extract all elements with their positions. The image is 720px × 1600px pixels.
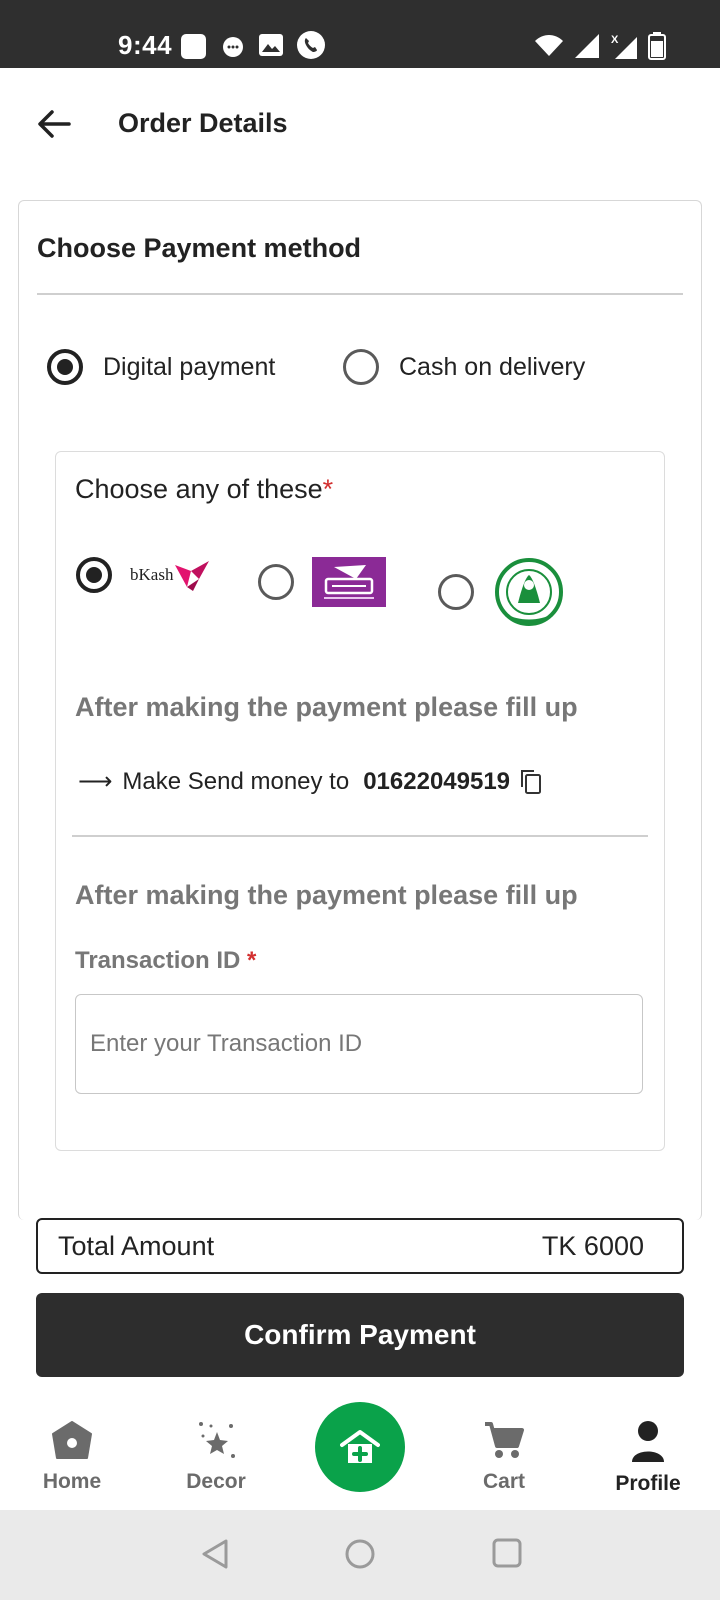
- cash-on-delivery-option[interactable]: Cash on delivery: [343, 349, 585, 385]
- signal-x-icon: X: [611, 34, 637, 59]
- cart-icon: [485, 1422, 524, 1458]
- system-home-icon[interactable]: [344, 1538, 376, 1570]
- send-money-label: Make Send money to: [122, 767, 350, 795]
- store-add-icon: [340, 1430, 380, 1463]
- back-button[interactable]: [34, 104, 74, 144]
- arrow-left-icon: [38, 110, 71, 138]
- nav-home[interactable]: Home: [12, 1420, 132, 1494]
- total-amount-label: Total Amount: [58, 1230, 215, 1261]
- digital-payment-label: Digital payment: [103, 352, 276, 381]
- decor-stars-icon: [199, 1422, 235, 1458]
- nav-store-add-button[interactable]: [315, 1402, 405, 1492]
- nav-decor[interactable]: Decor: [156, 1420, 276, 1494]
- square-notification-icon: [181, 34, 206, 59]
- page-title: Order Details: [118, 108, 288, 138]
- required-mark: *: [322, 474, 334, 504]
- instruction-heading-2: After making the payment please fill up: [75, 880, 578, 910]
- bkash-radio[interactable]: [76, 557, 112, 593]
- total-amount-box: Total Amount TK 6000: [36, 1218, 684, 1274]
- choose-provider-label: Choose any of these*: [75, 474, 334, 504]
- nav-profile[interactable]: Profile: [588, 1420, 708, 1496]
- battery-icon: [648, 32, 666, 60]
- digital-payment-radio[interactable]: [47, 349, 83, 385]
- bank-radio[interactable]: [438, 574, 474, 610]
- bkash-logo: bKash: [130, 557, 211, 593]
- status-right-icons: X: [534, 32, 666, 60]
- provider-rocket[interactable]: [258, 557, 386, 607]
- nav-cart[interactable]: Cart: [444, 1420, 564, 1494]
- divider: [37, 293, 683, 295]
- signal-icon: [575, 34, 599, 58]
- bottom-nav: Home Decor Cart Profile: [0, 1396, 720, 1510]
- system-recents-icon[interactable]: [492, 1538, 522, 1568]
- send-money-number: 01622049519: [363, 767, 511, 795]
- provider-bank[interactable]: [438, 557, 566, 627]
- message-icon: [223, 37, 243, 57]
- transaction-id-input[interactable]: [75, 994, 643, 1094]
- profile-icon: [632, 1421, 664, 1462]
- status-bar: 9:44 X: [0, 0, 720, 68]
- payment-method-title: Choose Payment method: [37, 233, 362, 263]
- image-icon: [259, 34, 283, 56]
- transaction-id-label: Transaction ID *: [75, 947, 257, 974]
- confirm-payment-button[interactable]: Confirm Payment: [36, 1293, 684, 1377]
- arrow-right-icon: ⟶: [78, 768, 113, 795]
- wifi-icon: [535, 35, 563, 56]
- app-bar: Order Details: [0, 68, 720, 180]
- payment-card: Choose Payment method Digital payment Ca…: [18, 200, 702, 1220]
- svg-text:X: X: [611, 34, 619, 46]
- bank-logo: [495, 558, 563, 626]
- home-icon: [52, 1421, 92, 1459]
- instruction-heading: After making the payment please fill up: [75, 692, 578, 722]
- digital-payment-option[interactable]: Digital payment: [47, 349, 275, 385]
- digital-payment-panel: Choose any of these* bKash After making …: [55, 451, 665, 1151]
- bkash-bird-icon: [175, 561, 210, 591]
- status-time: 9:44: [118, 30, 173, 60]
- cash-on-delivery-radio[interactable]: [343, 349, 379, 385]
- divider: [72, 835, 648, 837]
- send-money-line: ⟶ Make Send money to 01622049519: [78, 767, 542, 796]
- rocket-radio[interactable]: [258, 564, 294, 600]
- required-mark: *: [247, 947, 257, 974]
- provider-bkash[interactable]: bKash: [76, 557, 211, 593]
- total-amount-value: TK 6000: [541, 1230, 644, 1261]
- rocket-logo: [312, 557, 386, 607]
- phone-icon: [297, 31, 325, 59]
- system-nav-bar: [0, 1510, 720, 1600]
- copy-icon[interactable]: [520, 769, 542, 795]
- cash-on-delivery-label: Cash on delivery: [399, 352, 586, 381]
- system-back-icon[interactable]: [200, 1538, 230, 1570]
